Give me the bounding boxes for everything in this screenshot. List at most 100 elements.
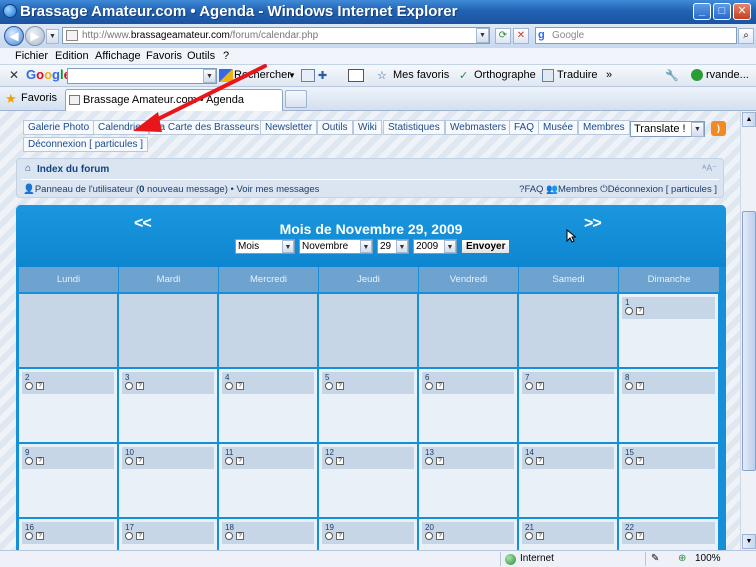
maximize-button[interactable]: □ (713, 3, 731, 20)
traduire-button[interactable]: Traduire (557, 69, 598, 81)
calendar-day-cell[interactable]: 1? (619, 294, 720, 367)
calendar-day-cell[interactable]: 17? (119, 519, 219, 550)
protected-mode-icon[interactable]: ✎ (651, 553, 659, 564)
event-icon[interactable]: ? (36, 382, 44, 390)
day-number[interactable]: 13 (425, 448, 434, 457)
calendar-day-cell[interactable]: 5? (319, 369, 419, 442)
calendar-day-cell[interactable]: 11? (219, 444, 319, 517)
clock-icon[interactable] (325, 382, 333, 390)
event-icon[interactable]: ? (636, 532, 644, 540)
forward-button[interactable]: ▶ (25, 26, 45, 46)
day-number[interactable]: 14 (525, 448, 534, 457)
event-icon[interactable]: ? (136, 382, 144, 390)
star-icon[interactable]: ☆ (377, 69, 387, 82)
popup-blocker-icon[interactable] (348, 69, 364, 82)
close-toolbar-icon[interactable]: ✕ (9, 68, 19, 82)
security-zone[interactable]: Internet (520, 553, 554, 564)
clock-icon[interactable] (425, 382, 433, 390)
day-number[interactable]: 20 (425, 523, 434, 532)
day-number[interactable]: 22 (625, 523, 634, 532)
menu-affichage[interactable]: Affichage (95, 50, 141, 62)
mes-favoris-button[interactable]: Mes favoris (393, 69, 449, 81)
rss-icon[interactable]: ) (711, 121, 726, 136)
favorites-star-icon[interactable]: ★ (5, 91, 17, 107)
clock-icon[interactable] (25, 382, 33, 390)
logout-link[interactable]: Déconnexion [ particules ] (608, 184, 717, 195)
clock-icon[interactable] (125, 457, 133, 465)
day-number[interactable]: 15 (625, 448, 634, 457)
scroll-down-button[interactable]: ▼ (742, 534, 756, 549)
day-number[interactable]: 12 (325, 448, 334, 457)
event-icon[interactable]: ? (36, 532, 44, 540)
clock-icon[interactable] (25, 532, 33, 540)
day-number[interactable]: 19 (325, 523, 334, 532)
calendar-day-cell[interactable]: 3? (119, 369, 219, 442)
calendar-day-cell[interactable]: 6? (419, 369, 519, 442)
address-dropdown[interactable]: ▼ (476, 28, 489, 43)
clock-icon[interactable] (625, 457, 633, 465)
calendar-day-cell[interactable]: 12? (319, 444, 419, 517)
day-select[interactable]: 29 ▼ (377, 239, 409, 254)
day-number[interactable]: 8 (625, 373, 629, 382)
calendar-day-cell[interactable]: 2? (19, 369, 119, 442)
month-select[interactable]: Novembre ▼ (299, 239, 373, 254)
event-icon[interactable]: ? (436, 532, 444, 540)
calendar-day-cell[interactable]: 19? (319, 519, 419, 550)
day-number[interactable]: 7 (525, 373, 529, 382)
clock-icon[interactable] (25, 457, 33, 465)
event-icon[interactable]: ? (336, 457, 344, 465)
calendar-day-cell[interactable]: 16? (19, 519, 119, 550)
stop-icon[interactable]: ✕ (513, 28, 529, 44)
google-search-input[interactable]: ▼ (67, 68, 217, 84)
day-number[interactable]: 21 (525, 523, 534, 532)
faq-link[interactable]: FAQ (524, 184, 543, 195)
nav-carte-brasseurs[interactable]: La Carte des Brasseurs (149, 120, 265, 135)
news-icon[interactable] (301, 69, 315, 82)
day-number[interactable]: 18 (225, 523, 234, 532)
clock-icon[interactable] (625, 307, 633, 315)
clock-icon[interactable] (325, 457, 333, 465)
clock-icon[interactable] (525, 457, 533, 465)
window-title-bar[interactable]: Brassage Amateur.com • Agenda - Windows … (0, 0, 756, 24)
clock-icon[interactable] (125, 382, 133, 390)
event-icon[interactable]: ? (536, 457, 544, 465)
event-icon[interactable]: ? (236, 382, 244, 390)
nav-galerie-photo[interactable]: Galerie Photo (23, 120, 95, 135)
more-tools-button[interactable]: » (606, 69, 612, 81)
day-number[interactable]: 17 (125, 523, 134, 532)
address-bar[interactable]: http://www.brassageamateur.com/forum/cal… (62, 27, 490, 44)
menu-edition[interactable]: Edition (55, 50, 89, 62)
calendar-day-cell[interactable]: 14? (519, 444, 619, 517)
nav-musee[interactable]: Musée (538, 120, 579, 135)
calendar-day-cell[interactable]: 22? (619, 519, 720, 550)
forum-index-link[interactable]: Index du forum (37, 164, 109, 175)
day-number[interactable]: 10 (125, 448, 134, 457)
nav-newsletter[interactable]: Newsletter (260, 120, 318, 135)
clock-icon[interactable] (525, 532, 533, 540)
day-number[interactable]: 5 (325, 373, 329, 382)
nav-statistiques[interactable]: Statistiques (383, 120, 445, 135)
event-icon[interactable]: ? (336, 382, 344, 390)
submit-button[interactable]: Envoyer (461, 239, 511, 254)
clock-icon[interactable] (225, 457, 233, 465)
calendar-day-cell[interactable]: 8? (619, 369, 720, 442)
members-link[interactable]: Membres (558, 184, 598, 195)
event-icon[interactable]: ? (236, 532, 244, 540)
calendar-day-cell[interactable]: 7? (519, 369, 619, 442)
calendar-day-cell[interactable]: 21? (519, 519, 619, 550)
nav-faq[interactable]: FAQ (509, 120, 540, 135)
history-dropdown[interactable]: ▼ (46, 29, 59, 44)
refresh-icon[interactable]: ⟳ (495, 28, 511, 44)
orthographe-button[interactable]: Orthographe (474, 69, 536, 81)
event-icon[interactable]: ? (536, 382, 544, 390)
event-icon[interactable]: ? (136, 532, 144, 540)
nav-wiki[interactable]: Wiki (353, 120, 382, 135)
font-size-toggle[interactable]: ᴬA⁻ (702, 163, 717, 174)
clock-icon[interactable] (625, 382, 633, 390)
scroll-thumb[interactable] (742, 211, 756, 471)
search-input[interactable]: g Google (535, 27, 737, 44)
scroll-up-button[interactable]: ▲ (742, 112, 756, 127)
zoom-level[interactable]: 100% (695, 553, 721, 564)
event-icon[interactable]: ? (436, 382, 444, 390)
nav-deconnexion[interactable]: Déconnexion [ particules ] (23, 137, 149, 152)
